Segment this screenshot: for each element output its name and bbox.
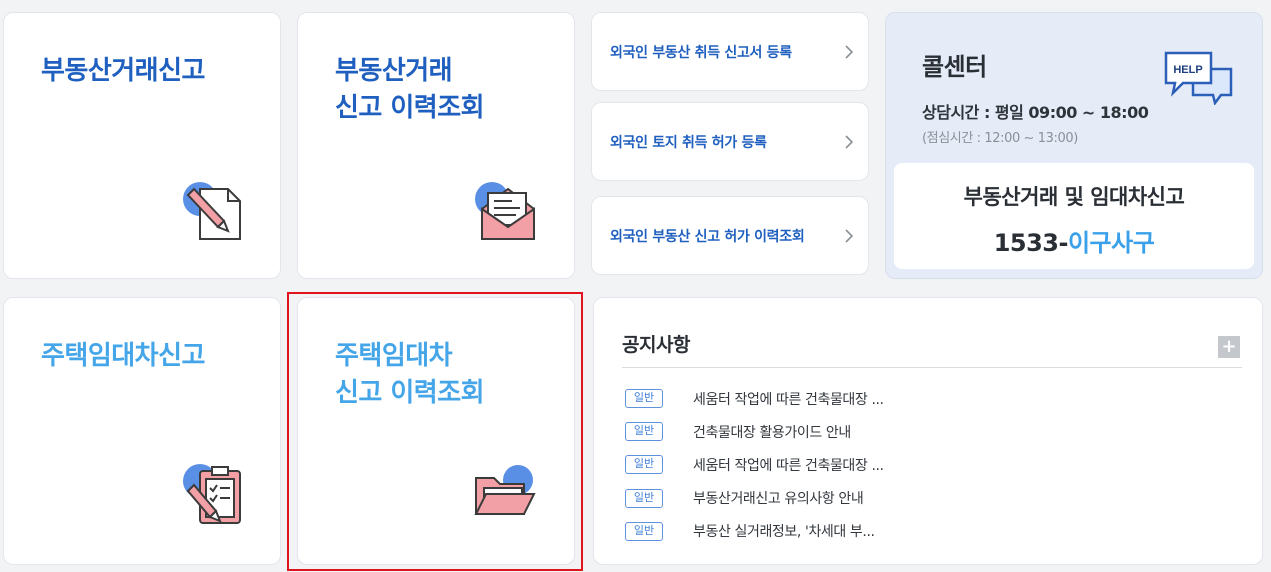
notice-badge: 일반 <box>625 521 663 541</box>
tile-title: 부동산거래 신고 이력조회 <box>335 56 485 123</box>
link-label: 외국인 토지 취득 허가 등록 <box>610 134 767 151</box>
notice-badge: 일반 <box>625 422 663 442</box>
call-center-phone[interactable]: 1533-이구사구 <box>894 223 1254 258</box>
call-center-lunch-break: (점심시간 : 12:00 ~ 13:00) <box>922 131 1078 146</box>
notice-text: 부동산 실거래정보, '차세대 부... <box>693 524 875 541</box>
phone-number: 1533- <box>993 229 1069 257</box>
notice-title: 공지사항 <box>622 334 690 356</box>
help-icon-text: HELP <box>1173 64 1202 76</box>
chevron-right-icon <box>845 228 854 243</box>
notice-item[interactable]: 일반 건축물대장 활용가이드 안내 <box>625 415 884 448</box>
phone-word: 이구사구 <box>1067 229 1155 257</box>
call-center-contact-box: 부동산거래 및 임대차신고 1533-이구사구 <box>894 163 1254 269</box>
notice-text: 부동산거래신고 유의사항 안내 <box>693 491 864 508</box>
tile-title: 부동산거래신고 <box>41 56 205 86</box>
notice-text: 건축물대장 활용가이드 안내 <box>693 424 851 441</box>
tile-housing-lease-history[interactable]: 주택임대차 신고 이력조회 <box>297 297 575 565</box>
notice-more-button[interactable]: + <box>1218 336 1240 358</box>
notice-item[interactable]: 일반 세움터 작업에 따른 건축물대장 ... <box>625 382 884 415</box>
notice-text: 세움터 작업에 따른 건축물대장 ... <box>693 457 884 474</box>
link-label: 외국인 부동산 취득 신고서 등록 <box>610 44 792 61</box>
chevron-right-icon <box>845 134 854 149</box>
notice-divider <box>622 367 1242 368</box>
tile-realestate-report[interactable]: 부동산거래신고 <box>3 12 281 279</box>
tile-realestate-history[interactable]: 부동산거래 신고 이력조회 <box>297 12 575 279</box>
notice-list: 일반 세움터 작업에 따른 건축물대장 ... 일반 건축물대장 활용가이드 안… <box>625 382 884 548</box>
call-center-service-name: 부동산거래 및 임대차신고 <box>963 185 1185 209</box>
chevron-right-icon <box>845 44 854 59</box>
notice-item[interactable]: 일반 부동산 실거래정보, '차세대 부... <box>625 515 884 548</box>
pencil-document-icon <box>183 182 241 240</box>
link-foreigner-realestate-acquisition[interactable]: 외국인 부동산 취득 신고서 등록 <box>591 12 869 91</box>
tile-title: 주택임대차 신고 이력조회 <box>335 341 485 408</box>
link-foreigner-permit-history[interactable]: 외국인 부동산 신고 허가 이력조회 <box>591 196 869 275</box>
call-center-hours: 상담시간 : 평일 09:00 ~ 18:00 <box>922 103 1149 122</box>
clipboard-checklist-icon <box>183 464 241 524</box>
open-folder-icon <box>474 465 536 515</box>
link-foreigner-land-permit[interactable]: 외국인 토지 취득 허가 등록 <box>591 102 869 181</box>
notice-board: 공지사항 + 일반 세움터 작업에 따른 건축물대장 ... 일반 건축물대장 … <box>593 297 1263 565</box>
tile-housing-lease-report[interactable]: 주택임대차신고 <box>3 297 281 565</box>
notice-text: 세움터 작업에 따른 건축물대장 ... <box>693 391 884 408</box>
link-label: 외국인 부동산 신고 허가 이력조회 <box>610 228 805 245</box>
envelope-letter-icon <box>475 182 535 240</box>
notice-item[interactable]: 일반 부동산거래신고 유의사항 안내 <box>625 482 884 515</box>
notice-badge: 일반 <box>625 488 663 508</box>
call-center-panel: 콜센터 HELP 상담시간 : 평일 09:00 ~ 18:00 (점심시간 :… <box>885 12 1263 279</box>
notice-badge: 일반 <box>625 455 663 475</box>
notice-badge: 일반 <box>625 389 663 409</box>
help-chat-bubble-icon: HELP <box>1164 51 1233 105</box>
call-center-title: 콜센터 <box>922 53 987 81</box>
tile-title: 주택임대차신고 <box>41 341 205 371</box>
notice-item[interactable]: 일반 세움터 작업에 따른 건축물대장 ... <box>625 448 884 481</box>
